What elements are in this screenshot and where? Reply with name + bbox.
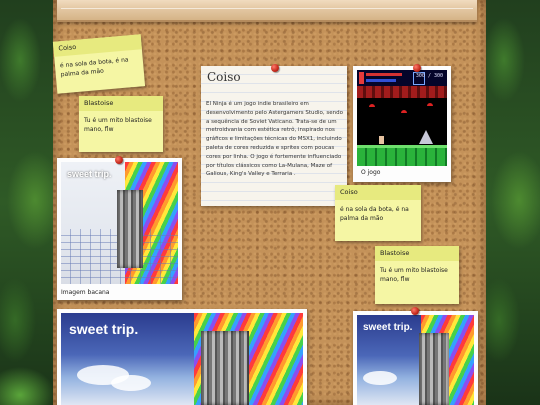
robot-tower [117, 190, 143, 268]
jungle-foliage [0, 325, 56, 405]
album-brand: sweet trip. [67, 169, 112, 179]
cloud-shape [111, 375, 151, 391]
game-hud: 300 / 300 [357, 70, 447, 86]
pin-icon [271, 64, 279, 72]
pin-icon [413, 64, 421, 72]
sticky-note-blastoise[interactable]: Blastoise Tu é um mito blastoise mano, f… [375, 246, 459, 304]
album-cover-image: sweet trip. [61, 162, 178, 284]
pin-icon [115, 156, 123, 164]
sticky-note-title: Blastoise [375, 246, 459, 262]
note-title: Coiso [207, 70, 241, 84]
photo-card-album[interactable]: sweet trip. Imagem bacana [57, 158, 182, 300]
game-ceiling [357, 86, 447, 98]
game-floor [357, 148, 447, 166]
health-bar [366, 73, 402, 76]
bat-sprite [427, 103, 433, 106]
robot-tower [201, 331, 249, 405]
sticky-note-blastoise[interactable]: Blastoise Tu é um mito blastoise mano, f… [79, 96, 163, 152]
sticky-note-title: Blastoise [79, 96, 163, 112]
photo-card-album-large[interactable]: sweet trip. [57, 309, 307, 405]
sticky-note-coiso[interactable]: Coiso é na sola da bota, é na palma da m… [52, 34, 146, 94]
sticky-note-coiso[interactable]: Coiso é na sola da bota, é na palma da m… [335, 185, 421, 241]
note-body: El Ninja é um jogo indie brasileiro em d… [206, 101, 343, 178]
bat-sprite [401, 110, 407, 113]
pin-icon [411, 307, 419, 315]
sticky-note-title: Coiso [335, 185, 421, 201]
hud-marker [359, 72, 364, 84]
jungle-background-right [484, 0, 540, 405]
photo-card-album-small[interactable]: sweet trip. [353, 311, 478, 405]
hud-score: 300 / 300 [415, 73, 443, 79]
lined-note-card[interactable]: Coiso El Ninja é um jogo indie brasileir… [201, 66, 347, 206]
sticky-note-body: é na sola da bota, é na palma da mão [340, 206, 409, 223]
ship-sprite [419, 130, 433, 144]
sticky-note-body: Tu é um mito blastoise mano, flw [380, 267, 448, 284]
album-cover-image: sweet trip. [357, 315, 474, 405]
sticky-note-body: Tu é um mito blastoise mano, flw [84, 117, 152, 134]
energy-bar [366, 79, 396, 82]
robot-tower [419, 333, 449, 405]
bat-sprite [369, 104, 375, 107]
game-screenshot: 300 / 300 [357, 70, 447, 166]
album-brand: sweet trip. [363, 322, 413, 333]
album-brand: sweet trip. [69, 321, 139, 337]
sticky-note-body: é na sola da bota, é na palma da mão [59, 56, 129, 79]
photo-caption: Imagem bacana [61, 289, 110, 296]
board-header-bar [57, 0, 477, 22]
player-sprite [379, 136, 384, 144]
photo-caption: O jogo [361, 169, 381, 176]
album-cover-image: sweet trip. [61, 313, 303, 405]
cloud-shape [363, 371, 397, 385]
photo-card-game[interactable]: 300 / 300 O jogo [353, 66, 451, 182]
